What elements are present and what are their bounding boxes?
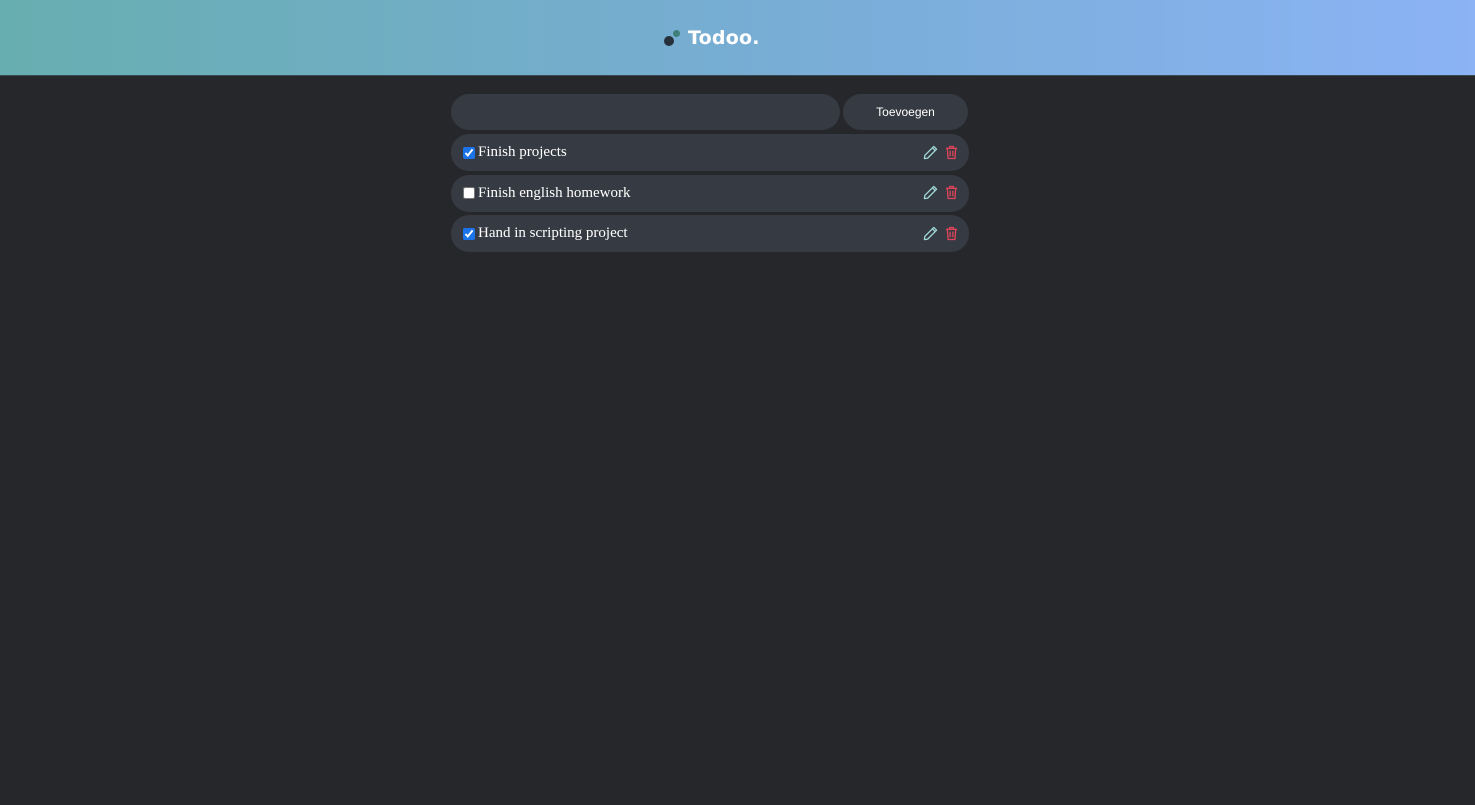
todo-list: Finish projects Finish english homework … xyxy=(451,134,969,256)
todo-checkbox[interactable] xyxy=(463,146,475,159)
todo-text: Hand in scripting project xyxy=(478,225,628,241)
todo-checkbox[interactable] xyxy=(463,227,475,240)
todo-item: Finish projects xyxy=(451,134,969,171)
todo-item: Finish english homework xyxy=(451,174,969,212)
trash-icon[interactable] xyxy=(943,184,959,202)
todo-text: Finish projects xyxy=(478,144,567,160)
todo-actions xyxy=(922,184,959,202)
logo-icon xyxy=(663,27,685,49)
pencil-icon[interactable] xyxy=(922,224,938,242)
trash-icon[interactable] xyxy=(943,143,959,161)
app-header: Todoo. xyxy=(0,0,1475,76)
new-task-input[interactable] xyxy=(451,94,840,130)
brand: Todoo. xyxy=(663,26,760,50)
todo-actions xyxy=(922,143,959,161)
brand-name: Todoo. xyxy=(688,27,760,49)
todo-actions xyxy=(922,224,959,242)
todo-item: Hand in scripting project xyxy=(451,215,969,252)
todo-checkbox[interactable] xyxy=(463,187,475,199)
pencil-icon[interactable] xyxy=(922,143,938,161)
add-task-form: Toevoegen xyxy=(451,94,968,130)
add-task-button[interactable]: Toevoegen xyxy=(843,94,968,130)
todo-text: Finish english homework xyxy=(478,184,631,201)
pencil-icon[interactable] xyxy=(922,184,938,202)
trash-icon[interactable] xyxy=(943,224,959,242)
